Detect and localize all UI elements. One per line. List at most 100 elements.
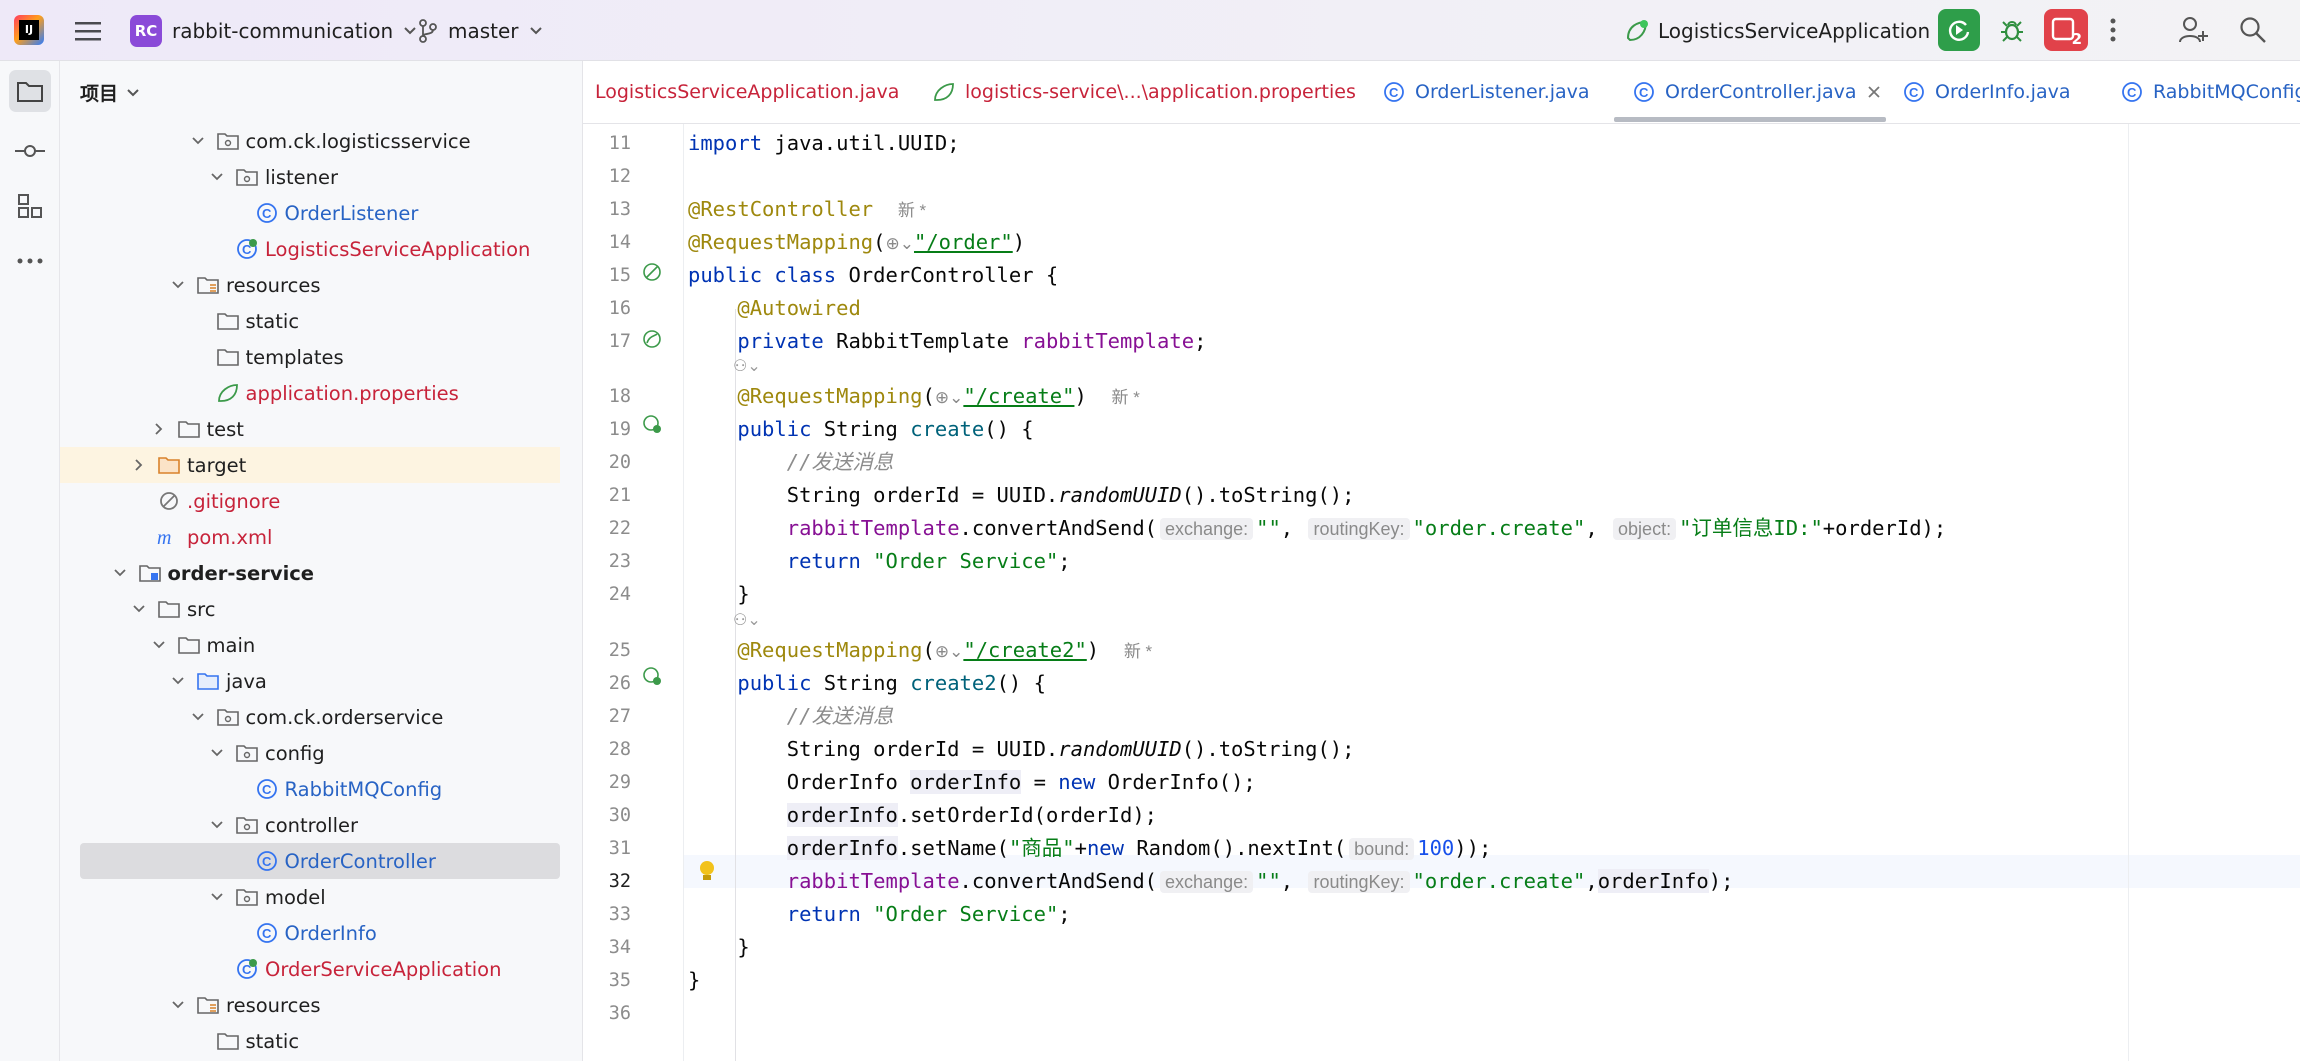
chevron-down-icon[interactable] bbox=[129, 604, 149, 614]
path-literal[interactable]: "/create" bbox=[963, 384, 1074, 408]
tab-rabbitmq-config[interactable]: C RabbitMQConfig bbox=[2121, 61, 2300, 123]
line-number[interactable]: 16 bbox=[583, 298, 631, 319]
tree-row[interactable]: src bbox=[60, 591, 560, 627]
line-number[interactable]: 13 bbox=[583, 199, 631, 220]
tree-row[interactable]: C LogisticsServiceApplication bbox=[60, 231, 560, 267]
spring-leaf-icon bbox=[934, 83, 954, 101]
line-number[interactable]: 17 bbox=[583, 331, 631, 352]
tree-row[interactable]: m pom.xml bbox=[60, 519, 560, 555]
stop-button[interactable]: 2 bbox=[2044, 9, 2088, 51]
line-number[interactable]: 25 bbox=[583, 640, 631, 661]
tab-order-info[interactable]: C OrderInfo.java bbox=[1903, 61, 2070, 123]
line-number[interactable]: 24 bbox=[583, 584, 631, 605]
line-number[interactable]: 30 bbox=[583, 805, 631, 826]
rerun-button[interactable] bbox=[1938, 9, 1980, 51]
path-literal[interactable]: "/create2" bbox=[963, 638, 1086, 662]
line-number[interactable]: 20 bbox=[583, 452, 631, 473]
more-tools-button[interactable] bbox=[9, 240, 51, 282]
more-actions-button[interactable] bbox=[2092, 9, 2134, 51]
chevron-down-icon[interactable] bbox=[168, 1000, 188, 1010]
spring-bean-gutter-icon[interactable] bbox=[640, 260, 664, 284]
tree-row[interactable]: com.ck.logisticsservice bbox=[60, 123, 560, 159]
tree-row[interactable]: target bbox=[60, 447, 560, 483]
search-button[interactable] bbox=[2232, 9, 2274, 51]
structure-tool-button[interactable] bbox=[9, 185, 51, 227]
chevron-down-icon[interactable] bbox=[168, 676, 188, 686]
line-number[interactable]: 34 bbox=[583, 937, 631, 958]
line-number[interactable]: 15 bbox=[583, 265, 631, 286]
autowired-gutter-icon[interactable] bbox=[640, 327, 664, 351]
tree-row[interactable]: test bbox=[60, 411, 560, 447]
line-number[interactable]: 32 bbox=[583, 871, 631, 892]
line-number[interactable]: 27 bbox=[583, 706, 631, 727]
line-number[interactable]: 22 bbox=[583, 518, 631, 539]
tree-row[interactable]: .gitignore bbox=[60, 483, 560, 519]
line-number[interactable]: 12 bbox=[583, 166, 631, 187]
tree-row[interactable]: C OrderInfo bbox=[60, 915, 560, 951]
line-number[interactable]: 35 bbox=[583, 970, 631, 991]
line-number[interactable]: 14 bbox=[583, 232, 631, 253]
tree-row[interactable]: order-service bbox=[60, 555, 560, 591]
tab-application-properties[interactable]: logistics-service\...\application.proper… bbox=[933, 61, 1356, 123]
path-literal[interactable]: "/order" bbox=[914, 230, 1013, 254]
line-number[interactable]: 29 bbox=[583, 772, 631, 793]
debug-button[interactable] bbox=[1991, 9, 2033, 51]
chevron-down-icon[interactable] bbox=[207, 820, 227, 830]
line-number[interactable]: 11 bbox=[583, 133, 631, 154]
tree-row[interactable]: com.ck.orderservice bbox=[60, 699, 560, 735]
tree-row[interactable]: main bbox=[60, 627, 560, 663]
tab-label: LogisticsServiceApplication.java bbox=[595, 81, 900, 103]
chevron-right-icon[interactable] bbox=[149, 422, 169, 436]
inlay-users-hint[interactable]: ⚇⌄ bbox=[733, 356, 761, 376]
line-number[interactable]: 36 bbox=[583, 1003, 631, 1024]
tree-row[interactable]: listener bbox=[60, 159, 560, 195]
chevron-down-icon[interactable] bbox=[207, 748, 227, 758]
line-number[interactable]: 33 bbox=[583, 904, 631, 925]
tree-row[interactable]: resources bbox=[60, 267, 560, 303]
project-tool-button[interactable] bbox=[9, 70, 51, 112]
endpoint-gutter-icon[interactable] bbox=[640, 664, 664, 688]
chevron-down-icon[interactable] bbox=[207, 172, 227, 182]
tree-row[interactable]: C RabbitMQConfig bbox=[60, 771, 560, 807]
tree-row[interactable]: C OrderListener bbox=[60, 195, 560, 231]
line-number[interactable]: 21 bbox=[583, 485, 631, 506]
main-menu-button[interactable] bbox=[72, 0, 104, 61]
chevron-down-icon[interactable] bbox=[207, 892, 227, 902]
tree-row[interactable]: templates bbox=[60, 339, 560, 375]
tree-row[interactable]: config bbox=[60, 735, 560, 771]
line-number[interactable]: 31 bbox=[583, 838, 631, 859]
project-selector[interactable]: RC rabbit-communication bbox=[130, 0, 417, 61]
chevron-down-icon[interactable] bbox=[188, 136, 208, 146]
line-number[interactable]: 19 bbox=[583, 419, 631, 440]
tab-logistics-service-application[interactable]: LogisticsServiceApplication.java bbox=[595, 61, 899, 123]
line-number[interactable]: 28 bbox=[583, 739, 631, 760]
tree-row[interactable]: C OrderServiceApplication bbox=[60, 951, 560, 987]
project-panel-header[interactable]: 项目 bbox=[80, 79, 140, 106]
chevron-down-icon[interactable] bbox=[188, 712, 208, 722]
tree-row[interactable]: static bbox=[60, 1023, 560, 1059]
commit-tool-button[interactable] bbox=[9, 130, 51, 172]
tree-row[interactable]: C OrderController bbox=[80, 843, 560, 879]
tab-order-listener[interactable]: C OrderListener.java bbox=[1383, 61, 1590, 123]
chevron-down-icon[interactable] bbox=[168, 280, 188, 290]
chevron-down-icon[interactable] bbox=[110, 568, 130, 578]
line-number[interactable]: 23 bbox=[583, 551, 631, 572]
run-configuration-selector[interactable]: LogisticsServiceApplication bbox=[1624, 0, 1952, 61]
add-user-button[interactable] bbox=[2172, 9, 2214, 51]
tree-row[interactable]: controller bbox=[60, 807, 560, 843]
tree-row[interactable]: java bbox=[60, 663, 560, 699]
line-number[interactable]: 18 bbox=[583, 386, 631, 407]
inlay-users-hint[interactable]: ⚇⌄ bbox=[733, 610, 761, 630]
chevron-right-icon[interactable] bbox=[129, 458, 149, 472]
tree-row[interactable]: resources bbox=[60, 987, 560, 1023]
tree-row[interactable]: application.properties bbox=[60, 375, 560, 411]
branch-selector[interactable]: master bbox=[418, 0, 543, 61]
chevron-down-icon[interactable] bbox=[149, 640, 169, 650]
code-editor[interactable]: 11 12 13 14 15 16 17 18 19 20 21 22 23 24 25 26 27 28 29 30… bbox=[583, 124, 2300, 1061]
endpoint-gutter-icon[interactable] bbox=[640, 412, 664, 436]
close-icon[interactable] bbox=[1867, 85, 1881, 99]
tree-row[interactable]: model bbox=[60, 879, 560, 915]
tab-order-controller[interactable]: C OrderController.java bbox=[1633, 61, 1881, 123]
tree-row[interactable]: static bbox=[60, 303, 560, 339]
line-number[interactable]: 26 bbox=[583, 673, 631, 694]
